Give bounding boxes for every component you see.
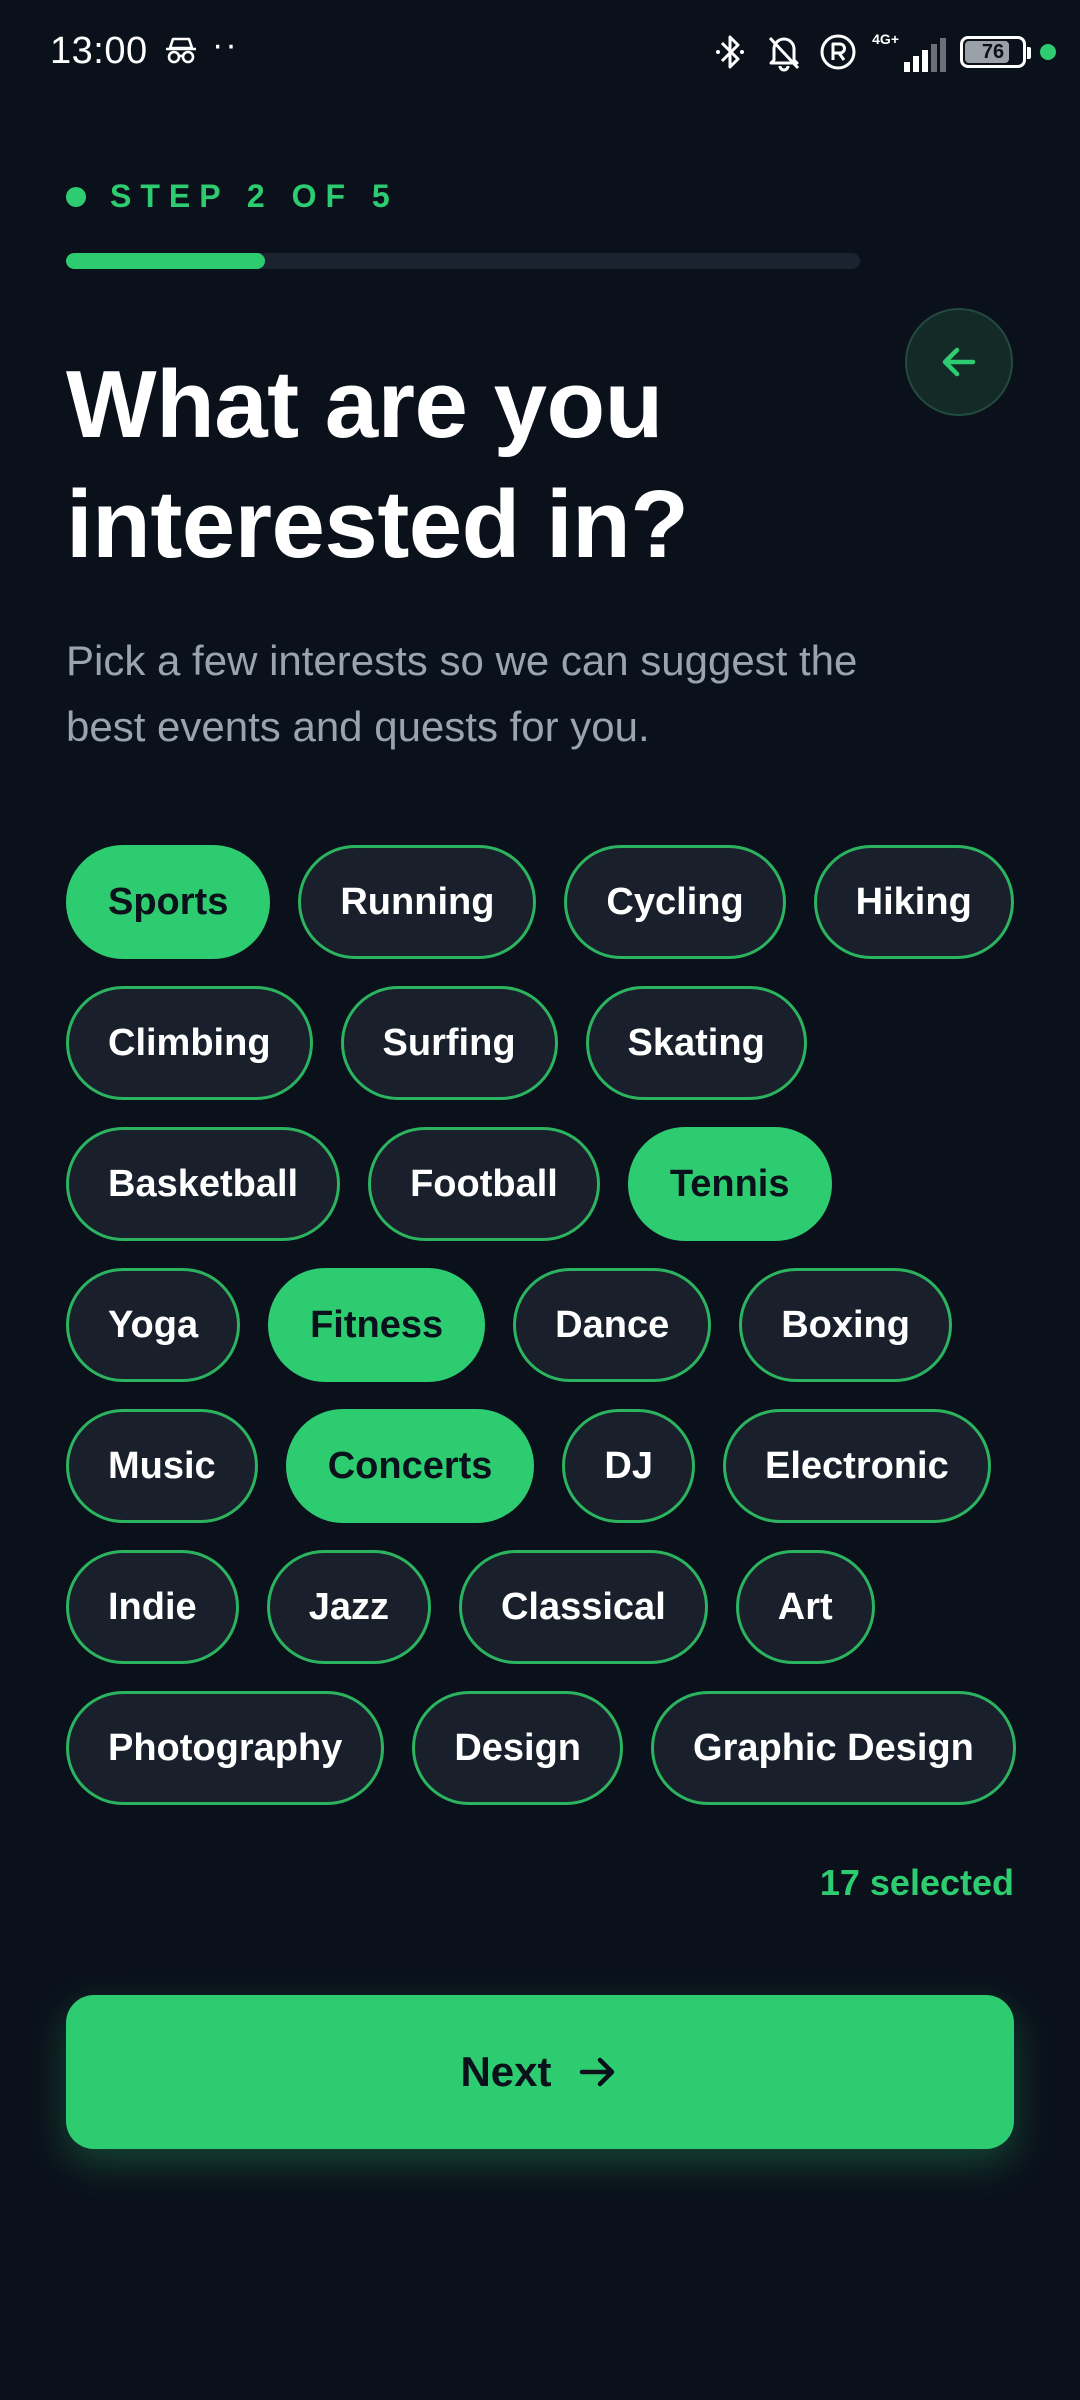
chip-row: Photography Design Graphic Design [66,1691,1016,1805]
interest-chip-classical[interactable]: Classical [458,1550,708,1664]
registered-icon [818,32,858,72]
interest-chip-yoga[interactable]: Yoga [66,1268,241,1382]
interest-chip-football[interactable]: Football [368,1127,600,1241]
interest-chip-skating[interactable]: Skating [585,986,807,1100]
step-label: STEP 2 OF 5 [110,178,399,214]
status-time: 13:00 [50,30,148,72]
page-subtitle: Pick a few interests so we can suggest t… [66,637,858,750]
interest-chip-dance[interactable]: Dance [513,1268,712,1382]
interest-chip-dj[interactable]: DJ [562,1409,695,1523]
chip-row: Sports Running Cycling Hiking [66,845,1014,959]
selected-count: 17 selected [819,1862,1014,1903]
interest-chip-tennis[interactable]: Tennis [627,1127,832,1241]
chip-row: Music Concerts DJ Electronic [66,1409,991,1523]
status-icons: 4G+ 76 [710,28,1056,76]
battery-level: 76 [981,40,1005,63]
interest-chip-running[interactable]: Running [298,845,537,959]
interest-chip-fitness[interactable]: Fitness [268,1268,486,1382]
interest-chip-list[interactable]: Sports Running Cycling Hiking Climbing Surfin… [66,845,1026,1837]
progress-bar-fill [66,253,265,269]
interest-chip-graphic-design[interactable]: Graphic Design [651,1691,1016,1805]
interest-chip-jazz[interactable]: Jazz [266,1550,431,1664]
interest-chip-indie[interactable]: Indie [66,1550,239,1664]
arrow-right-icon [579,2057,614,2087]
interest-chip-photography[interactable]: Photography [66,1691,385,1805]
back-button[interactable] [905,308,1013,416]
dot-icon [1040,44,1056,60]
interest-chip-art[interactable]: Art [735,1550,875,1664]
interest-chip-climbing[interactable]: Climbing [66,986,313,1100]
status-bar: 13:00 ·· 4G+ 76 [0,0,1080,104]
bluetooth-icon [710,32,750,72]
chip-row: Yoga Fitness Dance Boxing [66,1268,952,1382]
interest-chip-sports[interactable]: Sports [66,845,271,959]
step-indicator: STEP 2 OF 5 [66,178,399,215]
interest-chip-design[interactable]: Design [412,1691,624,1805]
interest-chip-music[interactable]: Music [66,1409,258,1523]
onboarding-screen: 13:00 ·· 4G+ 76 STEP 2 OF 5 What are you… [0,0,1080,2400]
chip-row: Basketball Football Tennis [66,1127,832,1241]
chip-row: Climbing Surfing Skating [66,986,807,1100]
interest-chip-concerts[interactable]: Concerts [285,1409,535,1523]
progress-bar [66,253,860,269]
next-button[interactable]: Next [66,1995,1014,2149]
interest-chip-cycling[interactable]: Cycling [564,845,786,959]
interest-chip-basketball[interactable]: Basketball [66,1127,341,1241]
interest-chip-boxing[interactable]: Boxing [739,1268,952,1382]
network-type: 4G+ [872,31,899,47]
signal-icon: 4G+ [872,32,946,72]
step-dot-icon [66,186,86,207]
interest-chip-electronic[interactable]: Electronic [723,1409,991,1523]
notification-dots: ·· [212,26,239,64]
page-title: What are you interested in? [66,351,689,578]
incognito-icon [164,36,198,66]
chip-row: Indie Jazz Classical Art [66,1550,875,1664]
arrow-left-icon [942,347,976,377]
interest-chip-surfing[interactable]: Surfing [340,986,558,1100]
interest-chip-hiking[interactable]: Hiking [813,845,1014,959]
battery-icon: 76 [960,36,1031,68]
bell-off-icon [764,32,804,72]
next-button-label: Next [460,2048,552,2095]
